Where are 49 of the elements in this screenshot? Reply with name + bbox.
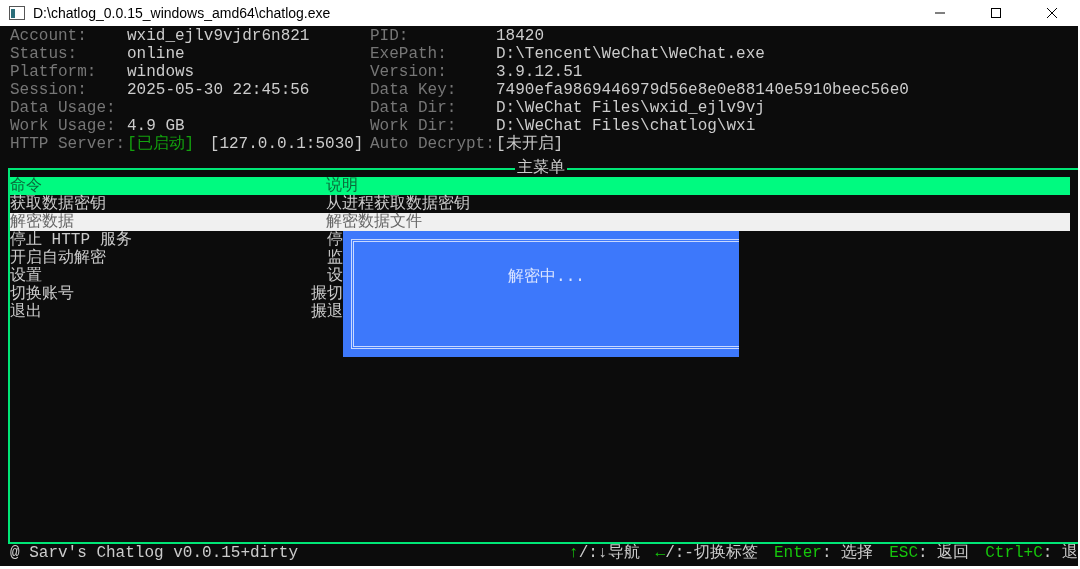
info-label: ExePath: <box>370 45 448 63</box>
credit-text: @ Sarv's Chatlog v0.0.15+dirty <box>10 544 299 562</box>
shortcut-hint: ↑/:↓导航 <box>569 544 640 562</box>
info-label: Version: <box>370 63 448 81</box>
menu-row[interactable]: 停止 HTTP 服务 停 <box>10 231 343 249</box>
info-value: online <box>127 45 185 63</box>
menu-row[interactable]: 切换账号 搌切 <box>10 285 343 303</box>
info-label: HTTP Server: <box>10 135 127 153</box>
info-value: [未开启] <box>496 135 564 153</box>
info-value: wxid_ejlv9vjdr6n821 <box>127 27 310 45</box>
status-text: [已启动] <box>127 135 195 153</box>
info-label: Platform: <box>10 63 98 81</box>
column-header: 说明 <box>326 177 358 195</box>
shortcut-hint: ESC: 返回 <box>889 544 970 562</box>
column-header: 命令 <box>10 177 43 195</box>
info-value: 7490efa9869446979d56e8e0e88140e5910beec56e0 <box>496 81 909 99</box>
info-value: D:\WeChat Files\wxid_ejlv9vj <box>496 99 765 117</box>
info-label: Data Usage: <box>10 99 117 117</box>
info-value: D:\Tencent\WeChat\WeChat.exe <box>496 45 765 63</box>
menu-row[interactable]: 获取数据密钥 从进程获取数据密钥 <box>10 195 470 213</box>
menu-row[interactable]: 退出 搌退 <box>10 303 343 321</box>
menu-row[interactable]: 设置 设 <box>10 267 343 285</box>
info-value: D:\WeChat Files\chatlog\wxi <box>496 117 756 135</box>
info-label: Work Dir: <box>370 117 458 135</box>
menu-row[interactable]: 开启自动解密 监 <box>10 249 343 267</box>
shortcut-hint: Ctrl+C: 退 <box>985 544 1078 562</box>
info-value: windows <box>127 63 195 81</box>
info-label: Data Dir: <box>370 99 458 117</box>
info-value: [127.0.0.1:5030] <box>209 135 364 153</box>
info-label: Status: <box>10 45 79 63</box>
close-icon <box>1046 7 1058 19</box>
info-label: Session: <box>10 81 88 99</box>
terminal-icon <box>9 6 25 20</box>
info-value: 18420 <box>496 27 544 45</box>
dialog-message: 解密中... <box>508 268 585 286</box>
maximize-icon <box>990 7 1002 19</box>
info-label: Data Key: <box>370 81 458 99</box>
info-value: 4.9 GB <box>127 117 185 135</box>
info-value: 2025-05-30 22:45:56 <box>127 81 310 99</box>
info-label: Work Usage: <box>10 117 117 135</box>
shortcut-hint: ←/:-切换标签 <box>655 544 758 562</box>
panel-title: 主菜单 <box>515 159 567 177</box>
window-title: D:\chatlog_0.0.15_windows_amd64\chatlog.exe <box>33 5 331 21</box>
info-label: Account: <box>10 27 88 45</box>
info-label: Auto Decrypt: <box>370 135 496 153</box>
info-label: PID: <box>370 27 410 45</box>
shortcut-hint: Enter: 选择 <box>773 544 874 562</box>
info-value: 3.9.12.51 <box>496 63 583 81</box>
menu-row[interactable]: 解密数据 解密数据文件 <box>10 213 1070 231</box>
